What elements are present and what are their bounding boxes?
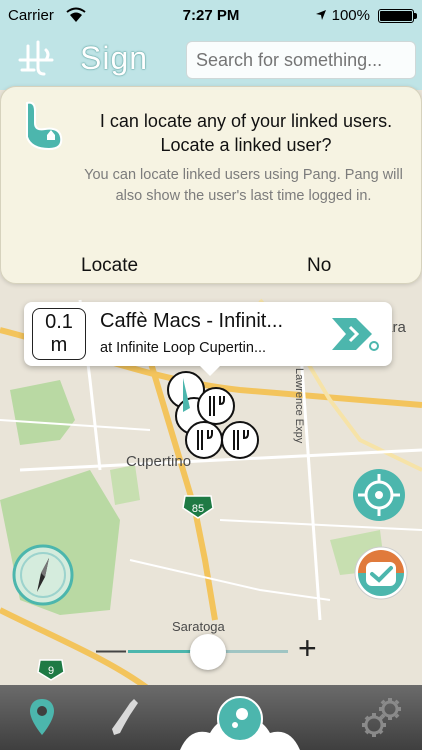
phone-icon[interactable]: [104, 685, 148, 750]
gear-icon[interactable]: [356, 685, 406, 750]
place-title: Caffè Macs - Infinit...: [100, 310, 284, 332]
locate-button[interactable]: Locate: [81, 255, 138, 277]
place-subtitle: at Infinite Loop Cupertin...: [100, 340, 267, 356]
map-pin-icon[interactable]: [20, 685, 64, 750]
zoom-in-button[interactable]: +: [298, 630, 317, 666]
map-label-cupertino: Cupertino: [126, 453, 191, 470]
battery-percent: 100%: [331, 7, 370, 24]
locate-users-alert: I can locate any of your linked users. L…: [0, 86, 422, 284]
distance-unit: m: [50, 334, 68, 356]
pang-logo-icon: [26, 101, 63, 151]
location-arrow-icon: [316, 10, 326, 20]
battery-icon: [378, 9, 417, 23]
check-in-icon[interactable]: [354, 546, 408, 600]
distance-badge: 0.1 m: [32, 308, 86, 360]
my-location-target-icon[interactable]: [352, 468, 406, 522]
search-input[interactable]: [186, 41, 416, 79]
chat-bubble-icon[interactable]: [180, 685, 300, 750]
status-bar: Carrier 7:27 PM 100%: [0, 0, 422, 30]
highway-9-label: 9: [48, 665, 54, 677]
zoom-slider-thumb[interactable]: [190, 634, 226, 670]
no-button[interactable]: No: [307, 255, 331, 277]
compass-icon[interactable]: [12, 544, 74, 606]
distance-value: 0.1: [45, 311, 73, 333]
zoom-control: — +: [88, 626, 334, 676]
page-title: Sign: [80, 40, 149, 76]
zoom-out-button[interactable]: —: [96, 632, 126, 668]
linked-users-icon[interactable]: [14, 36, 58, 80]
alert-message: You can locate linked users using Pang. …: [84, 167, 403, 204]
highway-85-label: 85: [192, 503, 204, 515]
place-callout[interactable]: 0.1 m Caffè Macs - Infinit... at Infinit…: [24, 302, 392, 376]
tab-bar: [0, 685, 422, 750]
alert-title: I can locate any of your linked users. L…: [99, 111, 393, 155]
map-label-lawrence: Lawrence Expy: [293, 368, 305, 444]
navigate-arrow-icon[interactable]: [328, 314, 380, 354]
